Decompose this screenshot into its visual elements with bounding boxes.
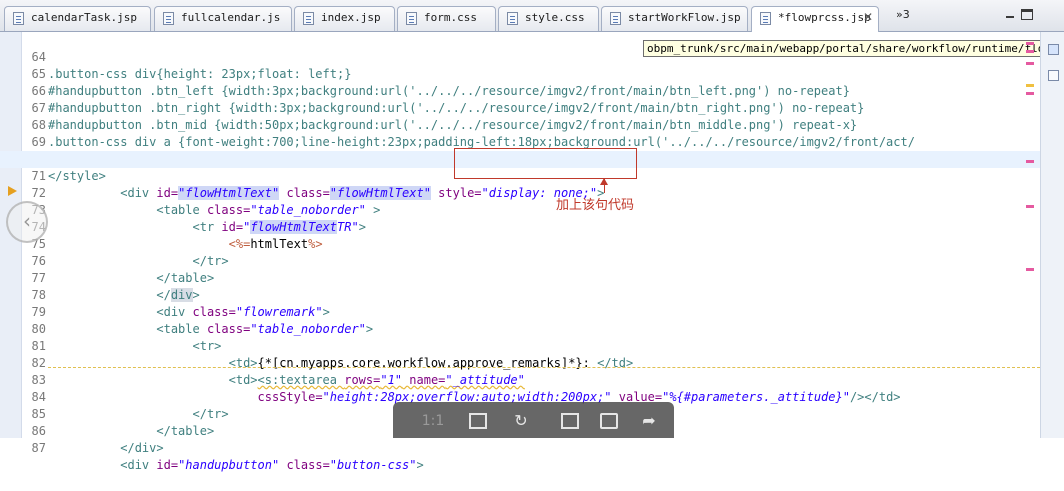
share-icon[interactable]: ➦ [637, 411, 661, 431]
code-line-83: 83 cssStyle="height:28px;overflow:auto;w… [0, 355, 1040, 404]
js-file-icon [163, 12, 174, 25]
jsp-file-icon [610, 12, 621, 25]
line-number: 87 [31, 441, 46, 455]
jsp-file-icon [13, 12, 24, 25]
tab-fullcalendar-js[interactable]: fullcalendar.js [154, 6, 292, 31]
code-line-69: 69 [0, 117, 1040, 149]
tab-label: fullcalendar.js [181, 11, 281, 24]
annotation-arrow-icon [600, 178, 608, 193]
error-marker[interactable] [1026, 268, 1034, 271]
css-file-icon [507, 12, 518, 25]
code-line-78: 78 <div class="flowremark"> [0, 270, 1040, 319]
tab-label: form.css [424, 11, 477, 24]
close-tab-icon[interactable]: ✕ [863, 10, 873, 24]
fit-screen-icon[interactable] [469, 413, 487, 429]
save-icon[interactable] [561, 413, 579, 429]
task-list-icon[interactable] [1048, 70, 1059, 81]
error-marker[interactable] [1026, 42, 1034, 45]
annotation-label: 加上该句代码 [556, 198, 635, 213]
annotation-highlight-box [454, 148, 637, 179]
previous-image-button[interactable]: ‹ [6, 201, 48, 243]
error-marker[interactable] [1026, 62, 1034, 65]
tab-label: calendarTask.jsp [31, 11, 137, 24]
code-line-74: 74 <%=htmlText%> [0, 202, 1040, 251]
error-marker[interactable] [1026, 92, 1034, 95]
code-line-81: 81 <td>{*[cn.myapps.core.workflow.approv… [0, 321, 1040, 370]
code-line-67: 67 #handupbutton .btn_mid {width:50px;ba… [0, 83, 1040, 132]
code-text: <div id="handupbutton" class="button-css… [120, 458, 424, 472]
css-file-icon [406, 12, 417, 25]
warning-marker[interactable] [1026, 84, 1034, 87]
tab-label: style.css [525, 11, 585, 24]
code-line-80: 80 <tr> [0, 304, 1040, 353]
minimize-icon[interactable] [1003, 7, 1017, 21]
image-viewer-toolbar: 1:1 ↻ ➦ [393, 402, 674, 438]
tab-label: *flowprcss.jsp [778, 11, 871, 24]
chevron-left-icon: ‹ [23, 209, 31, 233]
editor-tab-bar: calendarTask.jsp fullcalendar.js index.j… [0, 0, 1064, 32]
tab-label: startWorkFlow.jsp [628, 11, 741, 24]
code-line-84: 84 </tr> [0, 372, 1040, 421]
code-line-68: 68 .button-css div a {font-weight:700;li… [0, 100, 1040, 149]
tab-startworkflow-jsp[interactable]: startWorkFlow.jsp [601, 6, 748, 31]
tab-overflow-button[interactable]: »3 [896, 8, 910, 21]
fullscreen-icon[interactable] [600, 413, 618, 429]
overview-ruler[interactable] [1040, 32, 1064, 438]
tab-index-jsp[interactable]: index.jsp [294, 6, 395, 31]
code-line-82: 82 <td><s:textarea rows="1" name="_attit… [0, 338, 1040, 387]
error-marker[interactable] [1026, 50, 1034, 53]
code-editor[interactable]: 64 .button-css div{height: 23px;float: l… [0, 32, 1040, 472]
actual-size-button[interactable]: 1:1 [421, 411, 445, 431]
code-text: </div> [120, 441, 164, 455]
file-path-tooltip: obpm_trunk/src/main/webapp/portal/share/… [643, 40, 1064, 57]
rotate-icon[interactable]: ↻ [509, 411, 533, 431]
warning-squiggle [48, 367, 1040, 368]
code-line-75: 75 </tr> [0, 219, 1040, 268]
jsp-file-icon [760, 12, 771, 25]
code-line-66: 66 #handupbutton .btn_right {width:3px;b… [0, 66, 1040, 115]
code-line-76: 76 </table> [0, 236, 1040, 285]
error-marker[interactable] [1026, 205, 1034, 208]
code-line-79: 79 <table class="table_noborder"> [0, 287, 1040, 336]
error-marker[interactable] [1026, 160, 1034, 163]
tab-label: index.jsp [321, 11, 381, 24]
maximize-icon[interactable] [1021, 9, 1033, 20]
tab-form-css[interactable]: form.css [397, 6, 496, 31]
outline-icon[interactable] [1048, 44, 1059, 55]
tab-style-css[interactable]: style.css [498, 6, 599, 31]
tab-flowprcss-jsp[interactable]: *flowprcss.jsp ✕ [751, 6, 879, 32]
tab-calendartask-jsp[interactable]: calendarTask.jsp [4, 6, 151, 31]
jsp-file-icon [303, 12, 314, 25]
code-line-73: 73 <tr id="flowHtmlTextTR"> [0, 185, 1040, 234]
code-line-77: 77 </div> [0, 253, 1040, 302]
